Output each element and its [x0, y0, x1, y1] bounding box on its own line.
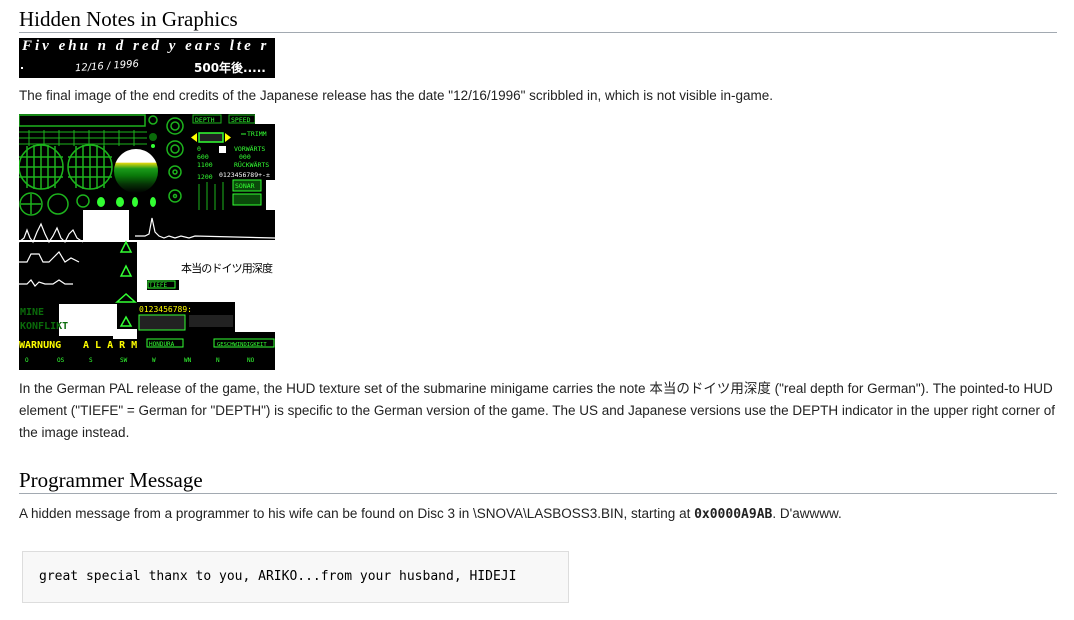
hud-label-sonar: SONAR	[235, 182, 255, 190]
hud-label-alarm: A L A R M	[83, 340, 137, 351]
compass-n: N	[216, 357, 220, 364]
hud-label-konflikt: KONFLIKT	[20, 321, 68, 332]
caption-credits: The final image of the end credits of th…	[19, 88, 774, 103]
hud-tick-1100: 1100	[197, 161, 213, 169]
credits-english-text: Fiv ehu n d red y ears lte r	[22, 38, 270, 54]
hud-sphere	[114, 149, 158, 193]
hud-label-speed: SPEED	[231, 116, 251, 124]
message-code-block: great special thanx to you, ARIKO...from…	[22, 551, 569, 603]
caption-hud-part1: In the German PAL release of the game, t…	[19, 381, 650, 396]
compass-o: O	[25, 357, 29, 364]
hud-texture-image[interactable]: DEPTH SPEED TRIMM 0 600 1100 1200 VORWÄR…	[19, 114, 275, 370]
caption-hud: In the German PAL release of the game, t…	[19, 378, 1059, 444]
file-offset: 0x0000A9AB	[694, 507, 773, 522]
description-suffix: . D'awwww.	[772, 506, 842, 521]
hud-label-rueckwaerts: RÜCKWÄRTS	[234, 160, 269, 169]
compass-os: OS	[57, 357, 65, 364]
description-text: A hidden message from a programmer to hi…	[19, 506, 695, 521]
hud-tick-0: 0	[197, 145, 201, 153]
programmer-message-description: A hidden message from a programmer to hi…	[19, 503, 842, 526]
end-credits-image[interactable]: Fiv ehu n d red y ears lte r 12/16 / 199…	[19, 38, 275, 78]
hud-digits-yellow: 0123456789:	[139, 305, 192, 314]
section-heading-programmer-message: Programmer Message	[19, 468, 203, 492]
hud-label-vorwaerts: VORWÄRTS	[234, 144, 265, 153]
caption-hud-japanese: 本当のドイツ用深度	[649, 381, 771, 396]
hud-label-warnung: WARNUNG	[19, 340, 61, 351]
hud-label-depth: DEPTH	[195, 116, 215, 124]
credits-japanese-text: 500年後.....	[194, 61, 266, 75]
hud-label-speed-zero: 000	[239, 153, 251, 161]
hud-digits-white: 0123456789+-±	[219, 171, 270, 179]
compass-s: S	[89, 357, 93, 364]
credits-date-scribble: 12/16 / 1996	[74, 58, 140, 75]
hud-label-mine: MINE	[20, 307, 44, 318]
credits-dot	[21, 67, 23, 69]
hud-yellow-box	[138, 314, 186, 331]
hud-trimm-slider	[198, 132, 224, 143]
heading-divider	[19, 32, 1057, 33]
compass-wn: WN	[184, 357, 192, 364]
hud-label-hondura: HONDURA	[149, 341, 175, 348]
hud-handwritten-note: 本当のドイツ用深度	[181, 261, 273, 275]
heading-divider	[19, 493, 1057, 494]
hud-grid-circle-right	[67, 144, 113, 190]
hud-grid-bar	[19, 130, 147, 146]
compass-no: NO	[247, 357, 255, 364]
hud-label-geschwindigkeit: GESCHWINDIGKEIT	[217, 342, 267, 348]
compass-sw: SW	[120, 357, 128, 364]
section-heading-hidden-notes: Hidden Notes in Graphics	[19, 7, 238, 31]
compass-w: W	[152, 357, 156, 364]
hud-label-trimm: TRIMM	[247, 130, 267, 138]
hud-tick-600: 600	[197, 153, 209, 161]
hud-grid-circle-left	[19, 144, 64, 190]
hud-label-tiefe: TIEFE	[149, 282, 167, 289]
hud-tick-1200: 1200	[197, 173, 213, 181]
hidden-message-text: great special thanx to you, ARIKO...from…	[39, 569, 517, 584]
